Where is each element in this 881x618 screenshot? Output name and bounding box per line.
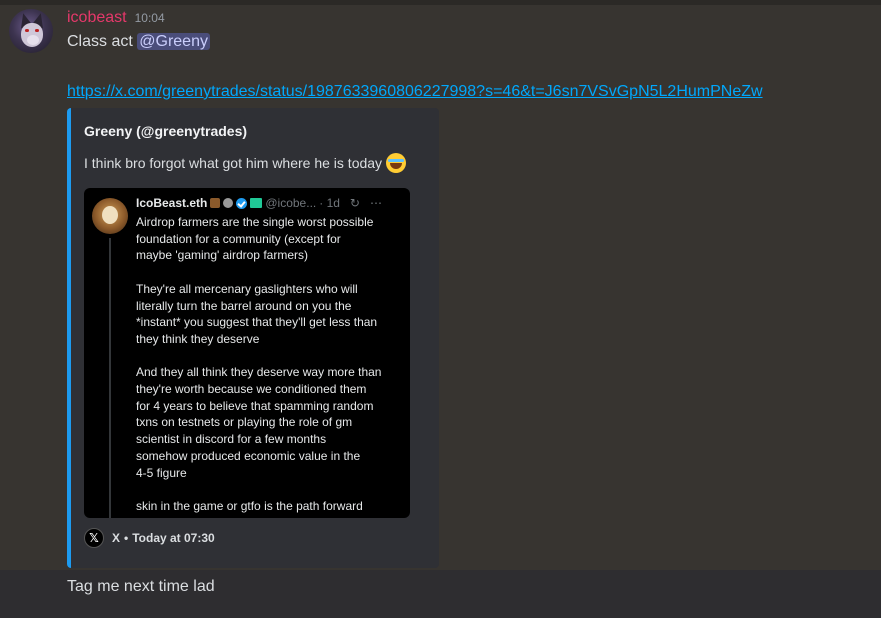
tweet-line: txns on testnets or playing the role of … xyxy=(136,415,353,430)
tweet-author-handle: @icobe... xyxy=(265,196,317,210)
joy-emoji-icon xyxy=(386,153,407,173)
tweet-line: Airdrop farmers are the single worst pos… xyxy=(136,215,374,229)
tweet-author-avatar xyxy=(92,198,128,234)
tweet-line-gap xyxy=(136,348,406,365)
tweet-line: scientist in discord for a few months xyxy=(136,432,327,447)
tweet-line: they're worth because we conditioned the… xyxy=(136,382,367,396)
username[interactable]: icobeast xyxy=(67,9,127,27)
tweet-line: And they all think they deserve way more… xyxy=(136,365,382,380)
x-icon: 𝕏 xyxy=(84,528,104,548)
message-timestamp[interactable]: 10:04 xyxy=(135,11,165,25)
embed-image[interactable]: IcoBeast.eth @icobe... · 1d ↻ ⋯ Airdrop … xyxy=(84,188,410,518)
embed-time: Today at 07:30 xyxy=(132,531,215,545)
embed-author[interactable]: Greeny (@greenytrades) xyxy=(84,123,247,139)
tweet-line-gap xyxy=(136,481,406,498)
tweet-line: foundation for a community (except for xyxy=(136,231,341,246)
avatar-snout xyxy=(27,35,39,45)
tweet-line: *instant* you suggest that they'll get l… xyxy=(136,315,378,330)
embed-description: I think bro forgot what got him where he… xyxy=(84,153,407,173)
message-text: Class act @Greeny xyxy=(67,33,210,51)
affiliate-badge-icon xyxy=(250,198,263,208)
tweet-age: · 1d xyxy=(319,196,340,210)
tweet-line: 4-5 figure xyxy=(136,465,187,480)
bull-emoji-icon xyxy=(210,198,221,208)
thread-line xyxy=(109,238,111,518)
tweet-line: somehow produced economic value in the xyxy=(136,448,361,463)
avatar-eye-left xyxy=(25,29,29,32)
next-message-text: Tag me next time lad xyxy=(67,578,215,595)
message-text-prefix: Class act xyxy=(67,33,138,50)
tweet-refresh-icon: ↻ xyxy=(349,196,360,210)
user-avatar[interactable] xyxy=(9,9,53,53)
tweet-line: literally turn the barrel around on you … xyxy=(136,298,352,313)
avatar-eye-right xyxy=(35,29,39,32)
link-embed: Greeny (@greenytrades) I think bro forgo… xyxy=(67,108,439,568)
tweet-line: for 4 years to believe that spamming ran… xyxy=(136,398,374,413)
tweet-link[interactable]: https://x.com/greenytrades/status/198763… xyxy=(67,83,763,101)
tweet-line: maybe 'gaming' airdrop farmers) xyxy=(136,248,308,263)
embed-description-text: I think bro forgot what got him where he… xyxy=(84,155,383,171)
message-header: icobeast 10:04 xyxy=(67,9,165,31)
tweet-line-gap xyxy=(136,264,406,281)
tweet-line: they think they deserve xyxy=(136,331,260,346)
verified-badge-icon xyxy=(236,197,248,209)
tweet-line: skin in the game or gtfo is the path for… xyxy=(136,498,363,513)
tweet-line: They're all mercenary gaslighters who wi… xyxy=(136,281,358,296)
user-mention[interactable]: @Greeny xyxy=(137,33,210,50)
tweet-header: IcoBeast.eth @icobe... · 1d ↻ ⋯ xyxy=(136,196,382,210)
tweet-author-name: IcoBeast.eth xyxy=(136,196,208,210)
tweet-more-icon: ⋯ xyxy=(369,196,382,210)
tweet-body: Airdrop farmers are the single worst pos… xyxy=(136,214,406,515)
embed-footer: 𝕏 X • Today at 07:30 xyxy=(84,528,215,548)
footer-separator: • xyxy=(124,531,129,545)
embed-provider: X xyxy=(112,531,121,545)
blue-emoji-icon xyxy=(223,198,234,208)
